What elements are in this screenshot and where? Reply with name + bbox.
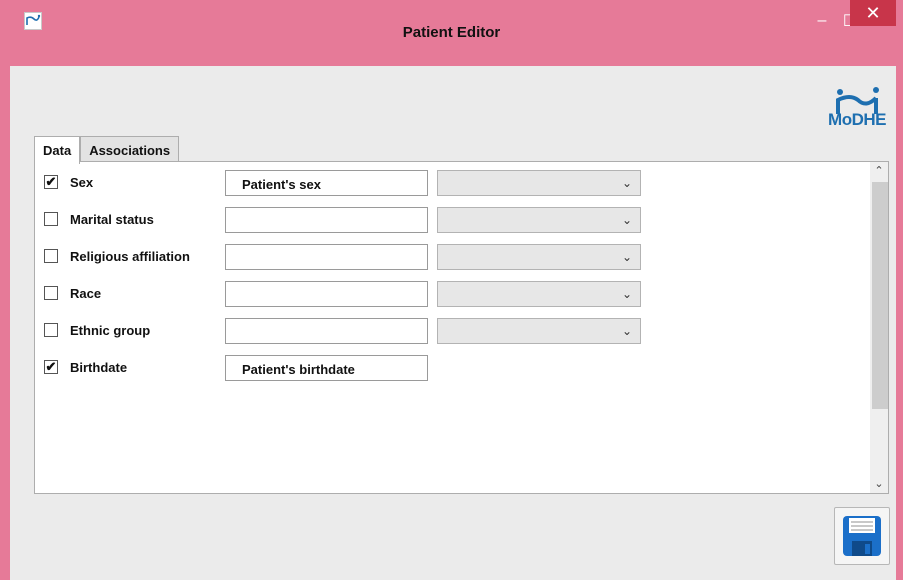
tab-associations[interactable]: Associations <box>80 136 180 162</box>
religious-affiliation-label: Religious affiliation <box>70 249 190 264</box>
chevron-down-icon: ⌄ <box>621 324 632 338</box>
birthdate-checkbox[interactable]: ✔ <box>44 360 58 374</box>
patient-editor-window: Patient Editor – ☐ ✕ MoDHE Data Associat… <box>0 0 903 580</box>
tab-strip: Data Associations <box>34 136 180 164</box>
marital-status-text-field[interactable] <box>225 207 428 233</box>
scroll-up-arrow-icon[interactable]: ⌃ <box>870 162 888 180</box>
sex-select[interactable]: ⌄ <box>437 170 641 196</box>
birthdate-text-field[interactable]: Patient's birthdate <box>225 355 428 381</box>
religious-affiliation-select[interactable]: ⌄ <box>437 244 641 270</box>
modhe-logo-text: MoDHE <box>828 110 886 129</box>
ethnic-group-select[interactable]: ⌄ <box>437 318 641 344</box>
row-sex: ✔ Sex Patient's sex ⌄ <box>35 170 875 196</box>
row-marital-status: Marital status ⌄ <box>35 207 875 233</box>
tab-data[interactable]: Data <box>34 136 81 164</box>
chevron-down-icon: ⌄ <box>621 250 632 264</box>
window-client-area: MoDHE Data Associations ✔ Sex Patient's … <box>10 66 896 580</box>
sex-checkbox[interactable]: ✔ <box>44 175 58 189</box>
scroll-down-arrow-icon[interactable]: ⌄ <box>870 475 888 493</box>
chevron-down-icon: ⌄ <box>621 176 632 190</box>
row-birthdate: ✔ Birthdate Patient's birthdate <box>35 355 875 381</box>
chevron-down-icon: ⌄ <box>621 287 632 301</box>
row-race: Race ⌄ <box>35 281 875 307</box>
window-title: Patient Editor <box>402 24 501 41</box>
marital-status-select[interactable]: ⌄ <box>437 207 641 233</box>
race-select[interactable]: ⌄ <box>437 281 641 307</box>
save-button[interactable] <box>834 507 890 565</box>
marital-status-checkbox[interactable] <box>44 212 58 226</box>
vertical-scrollbar[interactable]: ⌃ ⌄ <box>870 162 888 493</box>
race-label: Race <box>70 286 102 301</box>
floppy-disk-icon <box>843 516 881 556</box>
sex-label: Sex <box>70 175 94 190</box>
race-text-field[interactable] <box>225 281 428 307</box>
religious-affiliation-text-field[interactable] <box>225 244 428 270</box>
row-religious-affiliation: Religious affiliation ⌄ <box>35 244 875 270</box>
ethnic-group-text-field[interactable] <box>225 318 428 344</box>
ethnic-group-checkbox[interactable] <box>44 323 58 337</box>
title-bar[interactable]: Patient Editor – ☐ ✕ <box>0 0 903 66</box>
scrollbar-thumb[interactable] <box>872 182 888 409</box>
close-button[interactable]: ✕ <box>850 0 896 26</box>
chevron-down-icon: ⌄ <box>621 213 632 227</box>
marital-status-label: Marital status <box>70 212 154 227</box>
minimize-button[interactable]: – <box>808 6 836 36</box>
race-checkbox[interactable] <box>44 286 58 300</box>
data-panel: ✔ Sex Patient's sex ⌄ Marital status ⌄ R… <box>34 161 889 494</box>
sex-text-field[interactable]: Patient's sex <box>225 170 428 196</box>
ethnic-group-label: Ethnic group <box>70 323 151 338</box>
religious-affiliation-checkbox[interactable] <box>44 249 58 263</box>
row-ethnic-group: Ethnic group ⌄ <box>35 318 875 344</box>
birthdate-label: Birthdate <box>70 360 128 375</box>
